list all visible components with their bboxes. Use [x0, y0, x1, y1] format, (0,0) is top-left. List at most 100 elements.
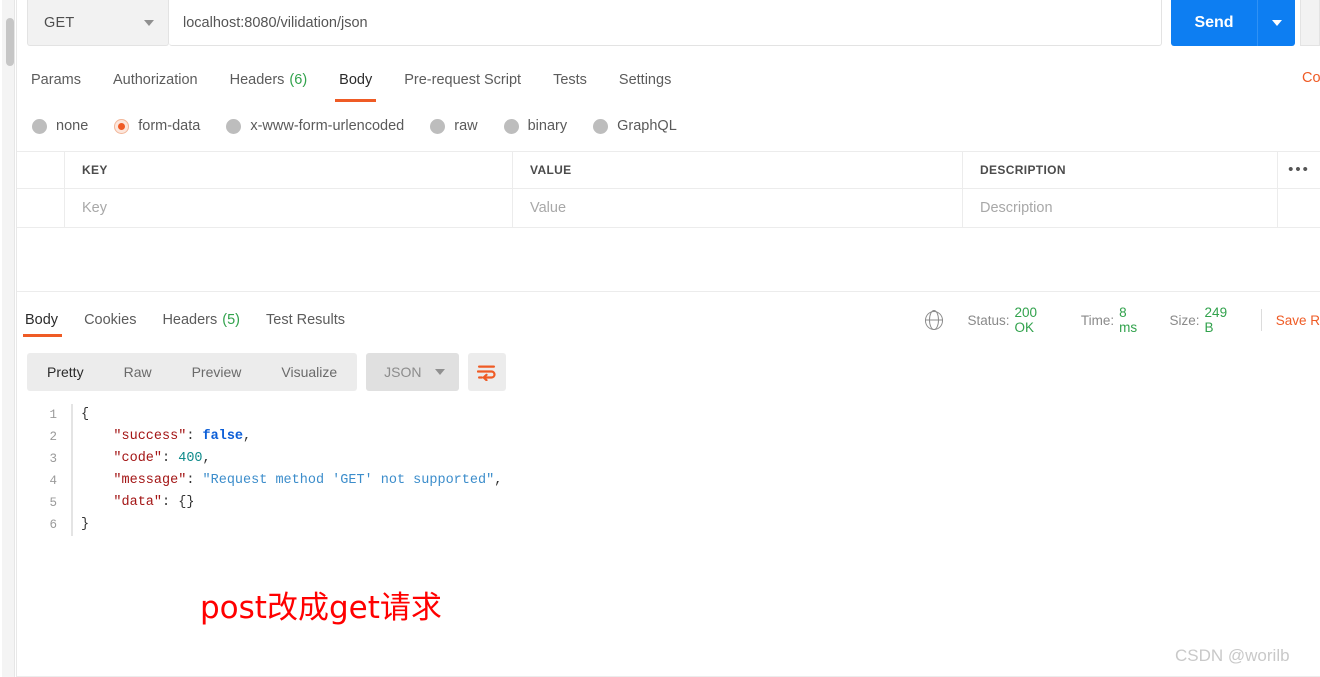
send-button[interactable]: Send: [1171, 0, 1257, 46]
tab-settings[interactable]: Settings: [603, 62, 687, 98]
tab-count: (5): [222, 312, 240, 328]
table-header-row: KEY VALUE DESCRIPTION •••: [17, 151, 1320, 189]
json-key: "data": [113, 495, 163, 510]
header-description-cell: DESCRIPTION: [963, 152, 1278, 188]
tab-label: Pre-request Script: [404, 72, 522, 88]
response-tab-test-results[interactable]: Test Results: [253, 305, 358, 335]
radio-icon-selected: [114, 118, 130, 134]
scrollbar-thumb[interactable]: [6, 18, 14, 66]
tab-label: Params: [31, 72, 81, 88]
tab-body[interactable]: Body: [323, 62, 388, 102]
code-text: "code": 400,: [113, 451, 211, 466]
table-options-button[interactable]: •••: [1278, 152, 1320, 188]
request-tabs: Params Authorization Headers (6) Body Pr…: [27, 62, 1320, 102]
json-value: {}: [178, 495, 195, 510]
time-label: Time:: [1080, 312, 1115, 328]
cookies-link[interactable]: Co: [1302, 70, 1320, 86]
save-response-button[interactable]: Save R: [1276, 313, 1320, 328]
header-key-cell: KEY: [65, 152, 513, 188]
row-checkbox-cell[interactable]: [17, 189, 65, 227]
response-tabs: Body Cookies Headers (5) Test Results: [20, 305, 358, 337]
value-placeholder: Value: [530, 200, 567, 216]
row-description-input[interactable]: Description: [963, 189, 1278, 227]
tab-params[interactable]: Params: [27, 62, 97, 98]
table-row: Key Value Description: [17, 189, 1320, 228]
size-label: Size:: [1169, 312, 1200, 328]
response-tab-cookies[interactable]: Cookies: [71, 305, 149, 335]
line-number: 1: [49, 408, 57, 422]
form-data-empty-area: [17, 229, 1320, 292]
column-header-description: DESCRIPTION: [980, 163, 1066, 177]
tab-label: Settings: [618, 72, 672, 88]
tab-headers[interactable]: Headers (6): [214, 62, 324, 98]
code-text: }: [81, 517, 90, 532]
body-type-none[interactable]: none: [32, 118, 88, 134]
row-options-cell[interactable]: [1278, 189, 1320, 227]
radio-icon: [226, 118, 242, 134]
body-type-raw[interactable]: raw: [430, 118, 478, 134]
format-tab-pretty[interactable]: Pretty: [27, 353, 104, 391]
tab-label: Body: [339, 72, 373, 88]
json-key: "message": [113, 473, 187, 488]
code-line: 6 }: [27, 514, 1320, 536]
json-value: false: [202, 429, 244, 444]
format-tab-preview[interactable]: Preview: [172, 353, 262, 391]
format-tab-visualize[interactable]: Visualize: [261, 353, 357, 391]
json-value: "Request method 'GET' not supported": [202, 473, 495, 488]
vertical-scrollbar[interactable]: [2, 0, 15, 677]
code-line: 5 "data": {}: [27, 492, 1320, 514]
tab-authorization[interactable]: Authorization: [97, 62, 214, 98]
send-options-button[interactable]: [1257, 0, 1295, 46]
json-key: "success": [113, 429, 187, 444]
send-button-group: Send: [1171, 0, 1295, 46]
response-tab-headers[interactable]: Headers (5): [149, 305, 253, 335]
ellipsis-icon: •••: [1288, 161, 1310, 178]
url-text: localhost:8080/vilidation/json: [183, 14, 368, 31]
radio-icon: [32, 118, 47, 134]
body-type-form-data[interactable]: form-data: [114, 118, 200, 134]
wrap-lines-button[interactable]: [467, 353, 506, 391]
body-type-radio-group: none form-data x-www-form-urlencoded raw…: [32, 112, 677, 140]
tab-label: Tests: [553, 72, 587, 88]
response-body-viewer[interactable]: 1 { 2 "success": false, 3 "code": 400, 4…: [27, 404, 1320, 536]
body-type-graphql[interactable]: GraphQL: [593, 118, 677, 134]
radio-icon: [430, 118, 446, 134]
http-method-selector[interactable]: GET: [27, 0, 169, 46]
tab-count: (6): [289, 72, 308, 88]
response-status-bar: Status: 200 OK Time: 8 ms Size: 249 B Sa…: [925, 305, 1320, 335]
header-value-cell: VALUE: [513, 152, 963, 188]
chevron-down-icon: [434, 369, 445, 375]
content-type-selector[interactable]: JSON: [366, 353, 459, 391]
body-type-binary[interactable]: binary: [503, 118, 567, 134]
tab-label: Headers: [162, 312, 218, 328]
radio-label: GraphQL: [617, 118, 677, 134]
tab-label: Body: [25, 312, 59, 328]
watermark: CSDN @worilb: [1175, 646, 1290, 665]
format-tab-group: Pretty Raw Preview Visualize: [27, 353, 358, 391]
tab-label: Test Results: [266, 312, 345, 328]
row-value-input[interactable]: Value: [513, 189, 963, 227]
column-header-key: KEY: [82, 163, 108, 177]
tab-tests[interactable]: Tests: [537, 62, 603, 98]
status-divider: [1260, 309, 1262, 331]
code-line: 3 "code": 400,: [27, 448, 1320, 470]
tab-label: Cookies: [84, 312, 137, 328]
wrap-text-icon: [477, 365, 496, 381]
body-type-x-www-form-urlencoded[interactable]: x-www-form-urlencoded: [226, 118, 404, 134]
radio-label: x-www-form-urlencoded: [250, 118, 405, 134]
line-number: 6: [49, 518, 57, 532]
radio-label: form-data: [138, 118, 201, 134]
radio-icon: [503, 118, 519, 134]
response-tab-body[interactable]: Body: [20, 305, 71, 337]
tab-pre-request-script[interactable]: Pre-request Script: [388, 62, 537, 98]
chevron-down-icon: [144, 19, 154, 26]
radio-label: raw: [454, 118, 478, 134]
format-tab-raw[interactable]: Raw: [104, 353, 172, 391]
status-label: Status:: [967, 312, 1010, 328]
description-placeholder: Description: [980, 200, 1053, 216]
row-key-input[interactable]: Key: [65, 189, 513, 227]
response-format-toolbar: Pretty Raw Preview Visualize JSON: [27, 353, 506, 391]
url-input[interactable]: localhost:8080/vilidation/json: [169, 0, 1162, 46]
save-request-button[interactable]: [1300, 0, 1320, 46]
tab-label: Headers: [229, 72, 285, 88]
